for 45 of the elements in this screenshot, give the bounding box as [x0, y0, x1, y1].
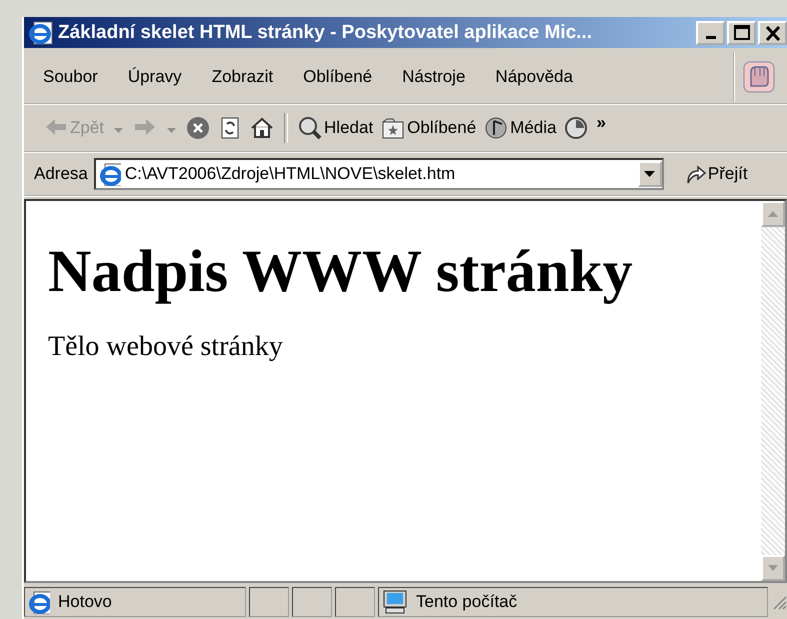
caret-icon	[167, 128, 176, 132]
search-icon	[298, 116, 322, 140]
caret-icon	[644, 171, 656, 177]
status-pane	[249, 587, 289, 617]
more-button[interactable]: »	[592, 111, 610, 135]
window-title: Základní skelet HTML stránky - Poskytovatel aplikace Mic...	[58, 22, 593, 44]
minimize-button[interactable]	[696, 20, 725, 44]
page-icon	[28, 590, 50, 614]
search-button[interactable]: Hledat	[294, 112, 378, 144]
page-heading: Nadpis WWW stránky	[48, 237, 634, 306]
resize-grip-icon	[771, 594, 787, 610]
maximize-button[interactable]	[727, 20, 756, 44]
down-arrow-icon	[768, 565, 778, 571]
zone-text: Tento počítač	[416, 592, 518, 612]
star-folder-icon	[381, 116, 406, 140]
scrollbar[interactable]	[761, 201, 785, 581]
up-arrow-icon	[768, 211, 778, 217]
caret-icon	[114, 128, 124, 132]
menu-item[interactable]: Nápověda	[492, 63, 587, 91]
media-button[interactable]: Média	[480, 112, 560, 144]
favorites-button[interactable]: Oblíbené	[377, 112, 480, 144]
scroll-down-button[interactable]	[761, 555, 785, 581]
house-icon	[250, 116, 274, 140]
status-text: Hotovo	[58, 592, 112, 612]
page-icon	[98, 162, 121, 186]
menu-item[interactable]: Nástroje	[399, 63, 480, 91]
browser-icon	[28, 20, 54, 46]
status-pane	[335, 587, 375, 617]
menu-item[interactable]: Soubor	[40, 63, 112, 91]
computer-icon	[382, 590, 408, 614]
stop-icon	[186, 116, 210, 140]
address-text: C:\AVT2006\Zdroje\HTML\NOVE\skelet.htm	[124, 164, 456, 184]
go-button[interactable]: Přejít	[680, 161, 752, 187]
menu-item[interactable]: Zobrazit	[208, 63, 288, 91]
minimize-icon	[706, 36, 716, 39]
scroll-up-button[interactable]	[761, 201, 785, 227]
close-button[interactable]	[758, 20, 787, 44]
dropdown-button[interactable]	[638, 161, 662, 187]
menu-item[interactable]: Oblíbené	[300, 63, 386, 91]
address-field[interactable]: C:\AVT2006\Zdroje\HTML\NOVE\skelet.htm	[94, 158, 664, 190]
status-pane	[292, 587, 332, 617]
page-text: Tělo webové stránky	[48, 331, 284, 363]
menu-item[interactable]: Úpravy	[124, 63, 196, 91]
clock-icon	[564, 116, 588, 140]
address-label: Adresa	[34, 164, 88, 184]
